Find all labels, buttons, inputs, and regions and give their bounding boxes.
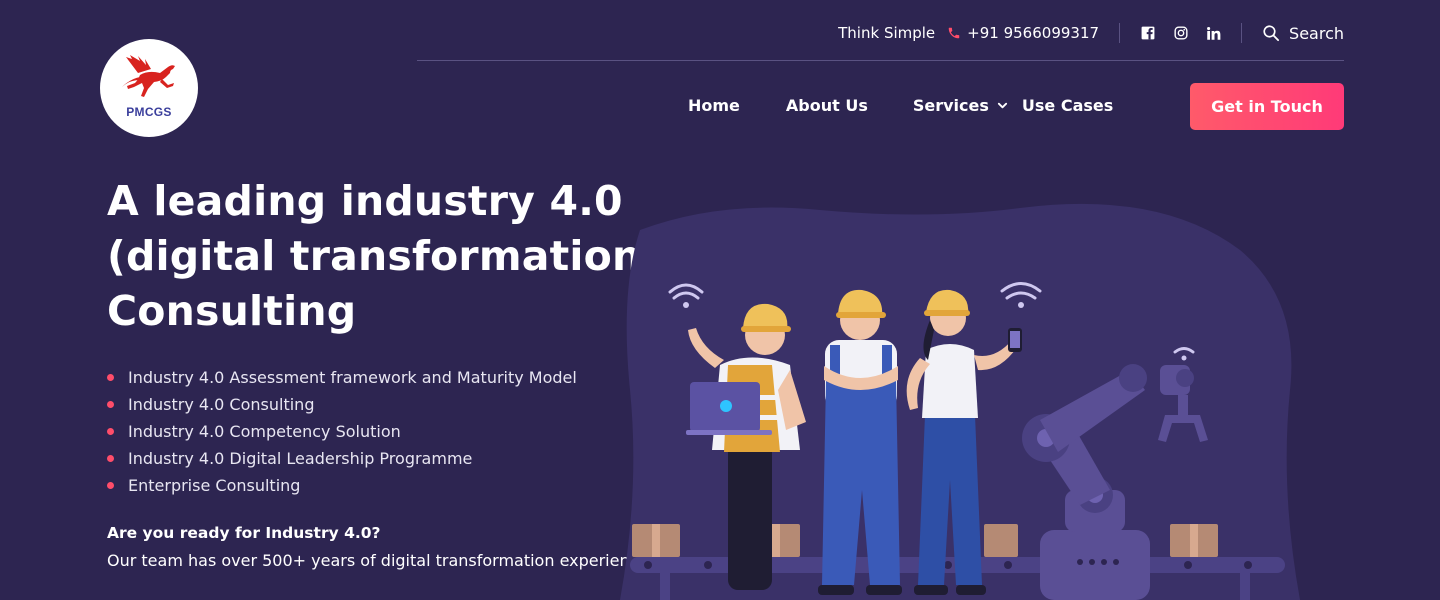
hero-title: A leading industry 4.0 (digital transfor… <box>107 174 661 339</box>
hero-title-line: A leading industry 4.0 <box>107 177 623 225</box>
list-item: Industry 4.0 Consulting <box>107 391 577 418</box>
list-item-text: Industry 4.0 Consulting <box>128 395 315 414</box>
page: PMCGS Think Simple +91 9566099317 Search… <box>0 0 1440 600</box>
hero-question: Are you ready for Industry 4.0? <box>107 524 381 542</box>
nav-services-label: Services <box>912 95 989 115</box>
get-in-touch-button[interactable]: Get in Touch <box>1190 83 1344 130</box>
search-icon <box>1263 25 1280 42</box>
hero-title-line: (digital transformation) <box>107 232 661 280</box>
hero-title-line: Consulting <box>107 287 357 335</box>
nav-services[interactable]: Services <box>913 96 1008 115</box>
list-item-text: Industry 4.0 Competency Solution <box>128 422 401 441</box>
bullet-dot <box>107 482 114 489</box>
list-item: Industry 4.0 Competency Solution <box>107 418 577 445</box>
chevron-down-icon <box>997 102 1007 108</box>
phone-icon <box>948 27 960 39</box>
list-item-text: Industry 4.0 Assessment framework and Ma… <box>128 368 577 387</box>
list-item: Enterprise Consulting <box>107 472 577 499</box>
list-item-text: Enterprise Consulting <box>128 476 301 495</box>
phone-link[interactable]: +91 9566099317 <box>947 24 1099 42</box>
instagram-icon[interactable] <box>1173 26 1188 41</box>
search-label: Search <box>1289 23 1344 43</box>
list-item-text: Industry 4.0 Digital Leadership Programm… <box>128 449 473 468</box>
bullet-dot <box>107 428 114 435</box>
bullet-dot <box>107 455 114 462</box>
phone-number: +91 9566099317 <box>967 24 1100 42</box>
bullet-dot <box>107 374 114 381</box>
hero-experience: Our team has over 500+ years of digital … <box>107 551 649 570</box>
bullet-dot <box>107 401 114 408</box>
services-list: Industry 4.0 Assessment framework and Ma… <box>107 364 577 499</box>
industry-workers-illustration <box>620 203 1300 600</box>
list-item: Industry 4.0 Assessment framework and Ma… <box>107 364 577 391</box>
nav-use-cases[interactable]: Use Cases <box>1022 96 1113 115</box>
tagline: Think Simple <box>838 24 936 42</box>
social-links <box>1140 26 1221 41</box>
linkedin-icon[interactable] <box>1206 26 1221 41</box>
logo-text: PMCGS <box>126 105 172 119</box>
divider <box>1119 23 1121 43</box>
site-logo[interactable]: PMCGS <box>100 39 198 137</box>
main-nav: Home About Us Services Use Cases <box>688 92 1113 118</box>
search-button[interactable]: Search <box>1262 24 1344 43</box>
header-divider <box>417 60 1344 61</box>
nav-about-us[interactable]: About Us <box>786 96 868 115</box>
divider <box>1241 23 1243 43</box>
nav-home[interactable]: Home <box>688 96 740 115</box>
top-bar: Think Simple +91 9566099317 Search <box>838 18 1344 48</box>
list-item: Industry 4.0 Digital Leadership Programm… <box>107 445 577 472</box>
facebook-icon[interactable] <box>1140 26 1155 41</box>
pegasus-icon <box>122 55 175 97</box>
